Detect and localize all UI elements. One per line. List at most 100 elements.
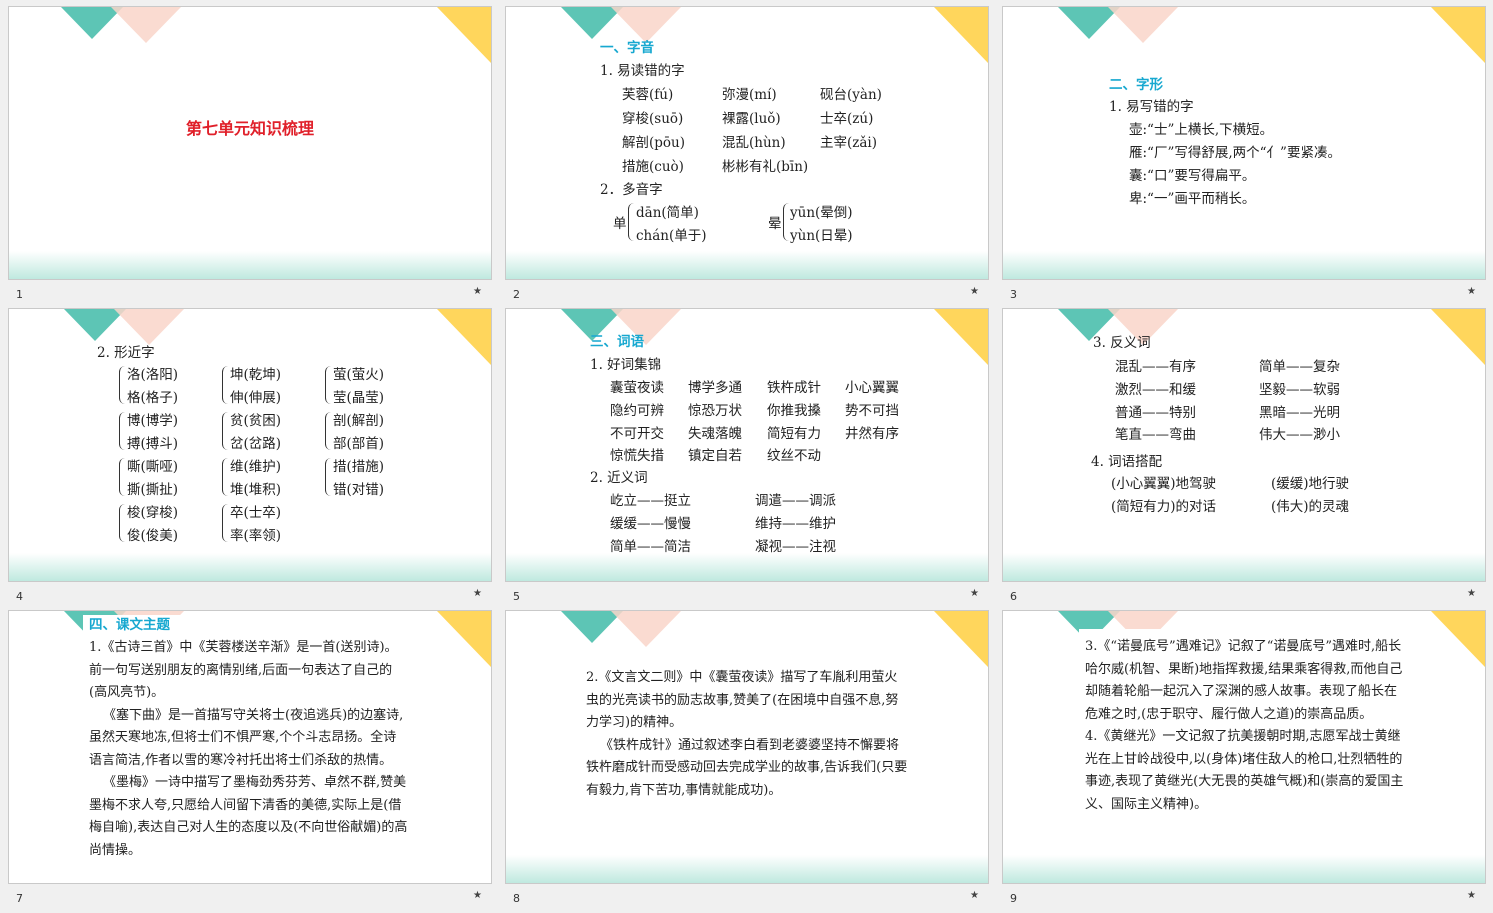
collocation: (小心翼翼)地驾驶 bbox=[1111, 476, 1217, 492]
slide-number: 9 bbox=[1010, 892, 1017, 905]
similar-char: 岔(岔路) bbox=[230, 435, 282, 452]
slide-canvas: 一、字音 1. 易读错的字 芙蓉(fú) 弥漫(mí) 砚台(yàn) 穿梭(s… bbox=[505, 6, 989, 280]
section-heading: 一、字音 bbox=[600, 40, 654, 56]
subheading: 1. 易写错的字 bbox=[1109, 99, 1194, 115]
good-word: 不可开交 bbox=[610, 425, 664, 442]
theme-text: 3.《“诺曼底号”遇难记》记叙了“诺曼底号”遇难时,船长哈尔威(机智、果断)地指… bbox=[1085, 636, 1407, 816]
section-heading: 二、字形 bbox=[1109, 77, 1163, 93]
slide-number: 8 bbox=[513, 892, 520, 905]
word: 芙蓉(fú) bbox=[622, 87, 674, 103]
synonym-pair: 维持——维护 bbox=[755, 515, 836, 532]
star-icon[interactable]: ★ bbox=[473, 286, 482, 297]
brace bbox=[222, 504, 229, 542]
corner-decoration bbox=[1058, 7, 1485, 63]
similar-char: 萤(萤火) bbox=[333, 367, 385, 383]
paragraph: 《墨梅》一诗中描写了墨梅劲秀芬芳、卓然不群,赞美墨梅不求人夸,只愿给人间留下清香… bbox=[89, 775, 408, 858]
antonym-pair: 坚毅——软弱 bbox=[1259, 381, 1340, 398]
slide-thumbnail-2[interactable]: 一、字音 1. 易读错的字 芙蓉(fú) 弥漫(mí) 砚台(yàn) 穿梭(s… bbox=[505, 6, 989, 301]
subheading: 2．多音字 bbox=[600, 182, 663, 198]
slide-thumbnail-8[interactable]: 2.《文言文二则》中《囊萤夜读》描写了车胤利用萤火虫的光亮读书的励志故事,赞美了… bbox=[505, 610, 989, 905]
subheading: 1. 好词集锦 bbox=[590, 357, 662, 373]
slide-thumbnail-5[interactable]: 三、词语 1. 好词集锦 囊萤夜读 博学多通 铁杵成针 小心翼翼 隐约可辨 惊恐万状 你推我… bbox=[505, 308, 989, 603]
brace bbox=[222, 412, 229, 450]
brace bbox=[222, 458, 229, 496]
star-icon[interactable]: ★ bbox=[1467, 286, 1476, 297]
good-word: 博学多通 bbox=[688, 380, 742, 396]
good-word: 惊恐万状 bbox=[688, 402, 742, 419]
slide-canvas: 三、词语 1. 好词集锦 囊萤夜读 博学多通 铁杵成针 小心翼翼 隐约可辨 惊恐万状 你推我… bbox=[505, 308, 989, 582]
antonym-pair: 黑暗——光明 bbox=[1259, 404, 1340, 421]
subheading: 1. 易读错的字 bbox=[600, 63, 685, 79]
similar-char: 撕(撕扯) bbox=[127, 481, 179, 498]
antonym-pair: 笔直——弯曲 bbox=[1115, 427, 1196, 444]
subheading: 2. 近义词 bbox=[590, 470, 648, 486]
slide-thumbnail-7[interactable]: 四、课文主题 1.《古诗三首》中《芙蓉楼送辛渐》是一首(送别诗)。前一句写送别朋… bbox=[8, 610, 492, 905]
slide-number: 7 bbox=[16, 892, 23, 905]
poly-char: 晕 bbox=[768, 216, 782, 232]
similar-char: 格(格子) bbox=[127, 389, 179, 406]
paragraph: 《铁杵成针》通过叙述李白看到老婆婆坚持不懈要将铁杵磨成针而受感动回去完成学业的故… bbox=[586, 737, 908, 798]
corner-decoration bbox=[561, 611, 988, 667]
brace bbox=[119, 504, 126, 542]
good-word: 惊慌失措 bbox=[610, 448, 664, 465]
star-icon[interactable]: ★ bbox=[1467, 588, 1476, 599]
similar-char: 博(博学) bbox=[127, 413, 179, 429]
similar-char: 洛(洛阳) bbox=[127, 367, 179, 383]
paragraph: 1.《古诗三首》中《芙蓉楼送辛渐》是一首(送别诗)。前一句写送别朋友的离情别绪,… bbox=[89, 640, 398, 700]
good-word: 失魂落魄 bbox=[688, 425, 742, 442]
star-icon[interactable]: ★ bbox=[1467, 890, 1476, 901]
word: 彬彬有礼(bīn) bbox=[722, 159, 809, 175]
similar-char: 堆(堆积) bbox=[230, 481, 282, 498]
slide-thumbnail-1[interactable]: 第七单元知识梳理 1 ★ bbox=[8, 6, 492, 301]
star-icon[interactable]: ★ bbox=[970, 286, 979, 297]
antonym-pair: 普通——特别 bbox=[1115, 404, 1196, 421]
slide-number: 2 bbox=[513, 288, 520, 301]
good-word: 小心翼翼 bbox=[845, 380, 899, 396]
slide-thumbnail-3[interactable]: 二、字形 1. 易写错的字 壶:“士”上横长,下横短。 雁:“厂”写得舒展,两个… bbox=[1002, 6, 1486, 301]
brace bbox=[325, 458, 332, 496]
slide-number: 1 bbox=[16, 288, 23, 301]
corner-decoration bbox=[1058, 309, 1485, 365]
synonym-pair: 调遣——调派 bbox=[755, 493, 836, 509]
similar-char: 贫(贫困) bbox=[230, 413, 282, 429]
similar-char: 莹(晶莹) bbox=[333, 389, 385, 406]
similar-char: 伸(伸展) bbox=[230, 389, 282, 406]
slide-canvas: 四、课文主题 1.《古诗三首》中《芙蓉楼送辛渐》是一首(送别诗)。前一句写送别朋… bbox=[8, 610, 492, 884]
pron: yùn(日晕) bbox=[790, 228, 853, 244]
brace bbox=[325, 366, 332, 404]
theme-text: 1.《古诗三首》中《芙蓉楼送辛渐》是一首(送别诗)。前一句写送别朋友的离情别绪,… bbox=[89, 637, 409, 862]
line: 囊:“口”要写得扁平。 bbox=[1129, 168, 1256, 184]
star-icon[interactable]: ★ bbox=[473, 890, 482, 901]
similar-char: 部(部首) bbox=[333, 435, 385, 452]
collocation: (缓缓)地行驶 bbox=[1271, 476, 1350, 492]
slide-thumbnail-4[interactable]: 2. 形近字 洛(洛阳) 格(格子) 坤(乾坤) 伸(伸展) 萤(萤火) 莹(晶莹) 博(博… bbox=[8, 308, 492, 603]
slide-number: 6 bbox=[1010, 590, 1017, 603]
slide-canvas: 3.《“诺曼底号”遇难记》记叙了“诺曼底号”遇难时,船长哈尔威(机智、果断)地指… bbox=[1002, 610, 1486, 884]
similar-char: 搏(搏斗) bbox=[127, 435, 179, 452]
slide-canvas: 二、字形 1. 易写错的字 壶:“士”上横长,下横短。 雁:“厂”写得舒展,两个… bbox=[1002, 6, 1486, 280]
antonym-pair: 混乱——有序 bbox=[1115, 359, 1196, 375]
word: 砚台(yàn) bbox=[820, 87, 882, 103]
synonym-pair: 缓缓——慢慢 bbox=[610, 515, 691, 532]
similar-char: 坤(乾坤) bbox=[230, 367, 282, 383]
brace bbox=[325, 412, 332, 450]
word: 士卒(zú) bbox=[820, 111, 874, 127]
subheading: 2. 形近字 bbox=[97, 345, 155, 361]
collocation: (简短有力)的对话 bbox=[1111, 499, 1217, 515]
star-icon[interactable]: ★ bbox=[970, 890, 979, 901]
slide-thumbnail-9[interactable]: 3.《“诺曼底号”遇难记》记叙了“诺曼底号”遇难时,船长哈尔威(机智、果断)地指… bbox=[1002, 610, 1486, 905]
word: 措施(cuò) bbox=[622, 159, 684, 175]
star-icon[interactable]: ★ bbox=[473, 588, 482, 599]
pron: yūn(晕倒) bbox=[790, 205, 853, 221]
slide-thumbnail-6[interactable]: 3. 反义词 混乱——有序 简单——复杂 激烈——和缓 坚毅——软弱 普通——特别 黑暗—… bbox=[1002, 308, 1486, 603]
similar-char: 俊(俊美) bbox=[127, 527, 179, 544]
star-icon[interactable]: ★ bbox=[970, 588, 979, 599]
slide-number: 4 bbox=[16, 590, 23, 603]
similar-char: 嘶(嘶哑) bbox=[127, 459, 179, 475]
good-word: 隐约可辨 bbox=[610, 402, 664, 419]
paragraph: 《塞下曲》是一首描写守关将士(夜追逃兵)的边塞诗,虽然天寒地冻,但将士们不惧严寒… bbox=[89, 707, 404, 768]
section-heading: 三、词语 bbox=[590, 334, 644, 350]
synonym-pair: 屹立——挺立 bbox=[610, 493, 691, 509]
word: 解剖(pōu) bbox=[622, 135, 685, 151]
paragraph: 2.《文言文二则》中《囊萤夜读》描写了车胤利用萤火虫的光亮读书的励志故事,赞美了… bbox=[586, 670, 899, 730]
